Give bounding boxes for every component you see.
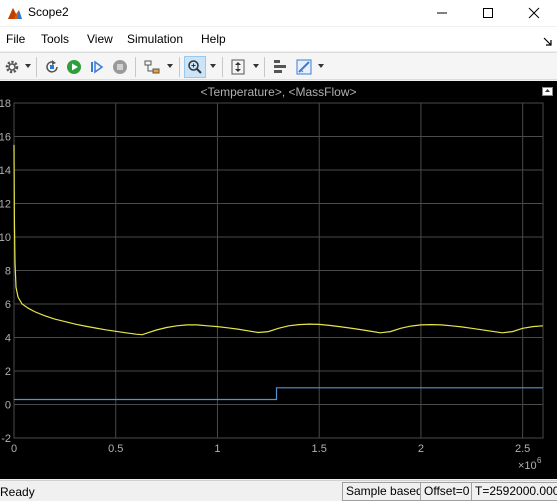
run-icon bbox=[67, 60, 81, 74]
toolbar-separator bbox=[36, 57, 37, 77]
y-tick-label: 16 bbox=[0, 132, 11, 144]
triggers-button[interactable] bbox=[269, 56, 291, 78]
autoscale-axes-icon bbox=[231, 59, 245, 75]
x-tick-label: 0.5 bbox=[108, 443, 123, 455]
x-tick-label: 1 bbox=[214, 443, 220, 455]
series-line-1 bbox=[14, 387, 543, 401]
run-button[interactable] bbox=[63, 56, 85, 78]
status-ready: Ready bbox=[0, 485, 35, 499]
menu-file[interactable]: File bbox=[6, 32, 25, 46]
toolbar-separator bbox=[135, 57, 136, 77]
stop-icon bbox=[113, 60, 127, 74]
y-tick-label: 6 bbox=[5, 299, 11, 311]
settings-gear-icon bbox=[5, 60, 19, 74]
measurements-icon bbox=[296, 59, 312, 75]
toolbar-separator bbox=[264, 57, 265, 77]
step-back-icon bbox=[46, 60, 58, 73]
measurements-button[interactable] bbox=[293, 56, 315, 78]
x-tick-label: 0 bbox=[11, 443, 17, 455]
axis-ticks: -20246810121416180 0.5 1 1.5 2 2.5 bbox=[0, 98, 530, 455]
x-tick-label: 1.5 bbox=[312, 443, 327, 455]
triggers-icon bbox=[274, 60, 286, 73]
step-back-button[interactable] bbox=[41, 56, 63, 78]
highlight-dropdown-icon[interactable] bbox=[167, 63, 173, 69]
close-button[interactable] bbox=[511, 0, 557, 26]
y-tick-label: 12 bbox=[0, 199, 11, 211]
step-forward-button[interactable] bbox=[86, 56, 108, 78]
y-tick-label: 8 bbox=[5, 266, 11, 278]
y-tick-label: 10 bbox=[0, 232, 11, 244]
y-tick-label: 14 bbox=[0, 165, 11, 177]
minimize-button[interactable] bbox=[419, 0, 465, 26]
status-offset: Offset=0 bbox=[420, 482, 474, 501]
toolbar-separator bbox=[222, 57, 223, 77]
y-tick-label: -2 bbox=[1, 433, 11, 445]
measurements-dropdown-icon[interactable] bbox=[318, 63, 324, 69]
x-tick-label: 2.5 bbox=[515, 443, 530, 455]
zoom-in-icon bbox=[188, 60, 202, 74]
x-tick-label: 2 bbox=[418, 443, 424, 455]
menu-view[interactable]: View bbox=[87, 32, 113, 46]
status-bar: Ready Sample based Offset=0 T=2592000.00… bbox=[0, 480, 557, 501]
y-tick-label: 4 bbox=[5, 333, 11, 345]
series bbox=[13, 144, 544, 401]
maximize-button[interactable] bbox=[465, 0, 511, 26]
y-tick-label: 0 bbox=[5, 400, 11, 412]
zoom-dropdown-icon[interactable] bbox=[210, 63, 216, 69]
toolbar-separator bbox=[179, 57, 180, 77]
menu-simulation[interactable]: Simulation bbox=[127, 32, 183, 46]
y-tick-label: 2 bbox=[5, 366, 11, 378]
scope-window: Scope2 File Tools View Simulation Help <… bbox=[0, 0, 557, 501]
stop-button[interactable] bbox=[109, 56, 131, 78]
x-exponent-label: ×10 bbox=[518, 460, 537, 472]
highlight-block-icon bbox=[144, 60, 160, 74]
menu-bar: File Tools View Simulation Help bbox=[0, 27, 557, 51]
menu-tools[interactable]: Tools bbox=[41, 32, 69, 46]
autoscale-dropdown-icon[interactable] bbox=[253, 63, 259, 69]
menu-help[interactable]: Help bbox=[201, 32, 226, 46]
title-bar[interactable]: Scope2 bbox=[0, 0, 557, 26]
close-icon bbox=[528, 7, 540, 19]
settings-button[interactable] bbox=[1, 56, 23, 78]
status-time: T=2592000.000 bbox=[471, 482, 557, 501]
step-forward-icon bbox=[91, 60, 104, 74]
highlight-block-button[interactable] bbox=[141, 56, 163, 78]
series-line-0 bbox=[13, 144, 544, 336]
toolbar bbox=[0, 52, 557, 80]
dock-arrow-icon[interactable] bbox=[543, 34, 553, 46]
y-tick-label: 18 bbox=[0, 98, 11, 110]
autoscale-button[interactable] bbox=[227, 56, 249, 78]
x-exponent-power: 6 bbox=[537, 456, 542, 465]
settings-dropdown-icon[interactable] bbox=[25, 63, 31, 69]
zoom-button[interactable] bbox=[184, 56, 206, 78]
status-sample-mode: Sample based bbox=[342, 482, 427, 501]
matlab-scope-icon bbox=[7, 5, 23, 21]
window-title: Scope2 bbox=[28, 5, 69, 19]
maximize-icon bbox=[483, 8, 493, 18]
scope-chart[interactable]: -20246810121416180 0.5 1 1.5 2 2.5 ×10 6 bbox=[0, 81, 557, 479]
minimize-icon bbox=[437, 12, 447, 14]
